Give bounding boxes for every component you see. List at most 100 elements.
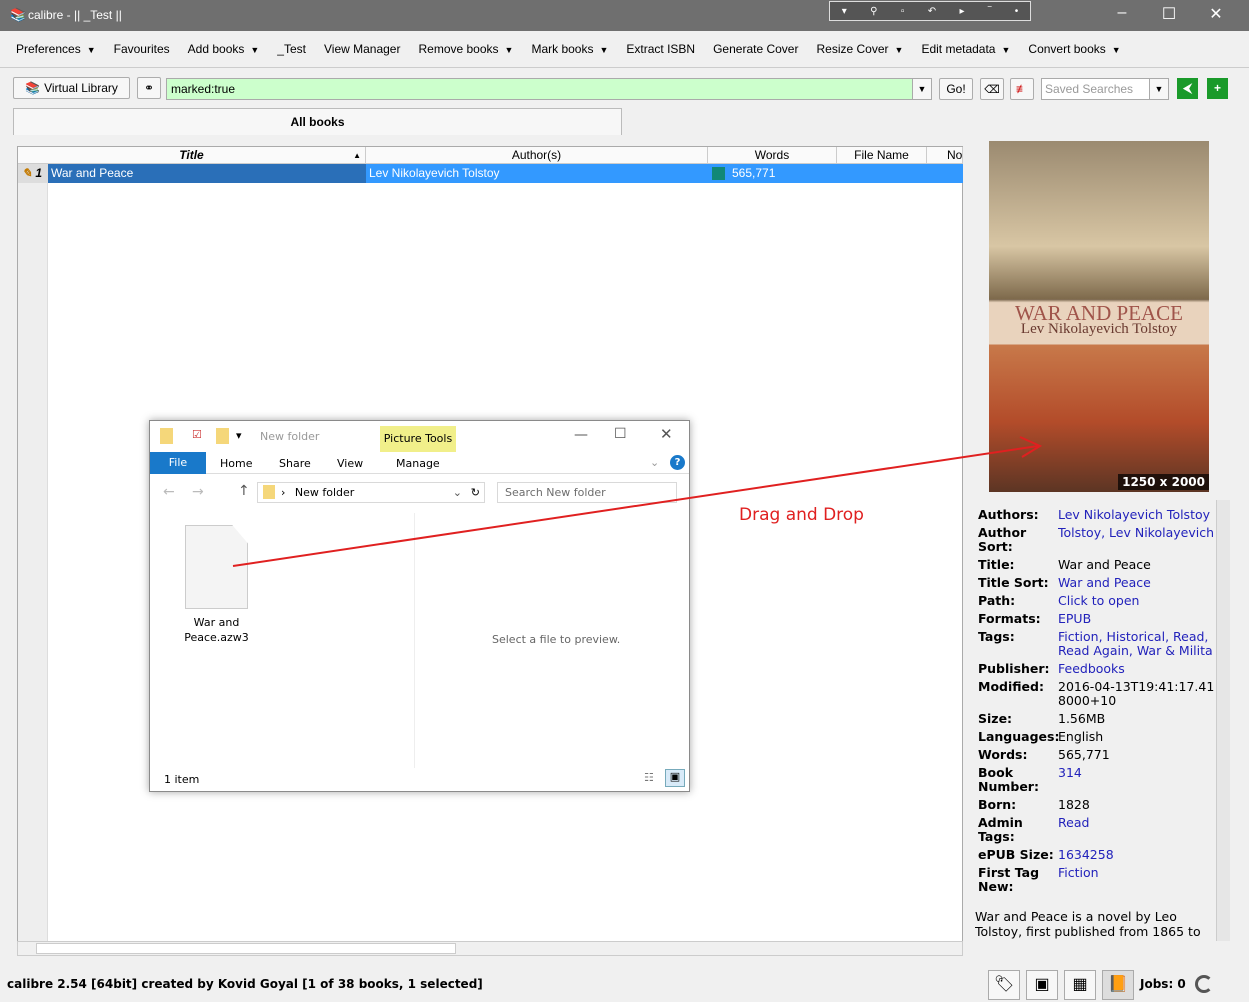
explorer-title: New folder <box>260 430 320 443</box>
new-folder-icon[interactable] <box>216 428 229 444</box>
detail-row: Book Number: 314 <box>978 766 1216 794</box>
detail-value[interactable]: 314 <box>1058 766 1082 794</box>
highlight-toggle-icon[interactable]: ≢ <box>1010 78 1034 100</box>
toolbar-resize-cover-button[interactable]: Resize Cover ▼ <box>816 42 903 56</box>
dropdown-arrow-icon[interactable]: ▼ <box>505 45 514 55</box>
floating-toolbar[interactable]: ▾ ⚲ ▫ ↶ ▸ ‾ • <box>829 1 1031 21</box>
detail-label: Path: <box>978 593 1016 608</box>
saved-searches-dropdown[interactable]: ▼ <box>1149 78 1169 100</box>
dropdown-arrow-icon[interactable]: ▼ <box>599 45 608 55</box>
help-icon[interactable]: ? <box>670 455 685 470</box>
virtual-library-button[interactable]: 📚 Virtual Library <box>13 77 130 99</box>
column-header-title[interactable]: Title ▲ <box>18 147 366 164</box>
detail-value: 1.56MB <box>1058 712 1106 726</box>
dropdown-arrow-icon[interactable]: ▼ <box>1001 45 1010 55</box>
detail-label: ePUB Size: <box>978 847 1054 862</box>
toolbar-remove-books-button[interactable]: Remove books ▼ <box>418 42 513 56</box>
details-scrollbar[interactable] <box>1216 500 1230 941</box>
detail-value[interactable]: Fiction <box>1058 866 1099 894</box>
minimize-button[interactable]: – <box>1102 4 1142 26</box>
add-search-icon[interactable]: + <box>1207 78 1228 99</box>
maximize-button[interactable]: ☐ <box>1149 4 1189 26</box>
binoculars-icon[interactable]: ⚭ <box>137 77 161 99</box>
go-button[interactable]: Go! <box>939 78 973 100</box>
column-header-file-name[interactable]: File Name <box>837 147 927 164</box>
ribbon-tab-file[interactable]: File <box>150 452 206 474</box>
detail-value[interactable]: War and Peace <box>1058 576 1151 590</box>
preview-pane-text: Select a file to preview. <box>492 633 621 646</box>
save-search-icon[interactable]: ⮜ <box>1177 78 1198 99</box>
jobs-indicator[interactable]: Jobs: 0 <box>1140 977 1186 991</box>
dropdown-arrow-icon[interactable]: ▼ <box>250 45 259 55</box>
ribbon-tab-manage[interactable]: Manage <box>396 457 440 470</box>
column-header-words[interactable]: Words <box>708 147 837 164</box>
file-name[interactable]: War and Peace.azw3 <box>175 615 258 645</box>
ribbon-tab-home[interactable]: Home <box>220 457 252 470</box>
horizontal-scrollbar[interactable] <box>17 941 963 956</box>
detail-value[interactable]: 1634258 <box>1058 848 1114 862</box>
close-button[interactable]: ✕ <box>660 425 673 443</box>
clear-search-icon[interactable]: ⌫ <box>980 78 1004 100</box>
cell-title[interactable]: War and Peace <box>48 164 366 183</box>
detail-value[interactable]: Feedbooks <box>1058 662 1125 676</box>
file-icon[interactable] <box>185 525 248 609</box>
close-button[interactable]: ✕ <box>1196 4 1236 26</box>
explorer-search-input[interactable]: Search New folder <box>497 482 677 503</box>
cover-browser-icon[interactable]: 📙 <box>1102 970 1134 1000</box>
dropdown-arrow-icon[interactable]: ▼ <box>895 45 904 55</box>
refresh-icon[interactable]: ↻ <box>471 483 480 502</box>
toolbar-mark-books-button[interactable]: Mark books ▼ <box>531 42 608 56</box>
toolbar-test-button[interactable]: _Test <box>277 42 306 56</box>
toolbar-convert-books-button[interactable]: Convert books ▼ <box>1028 42 1120 56</box>
book-details-icon[interactable]: ▣ <box>1026 970 1058 1000</box>
tag-browser-icon[interactable]: 🏷 <box>988 970 1020 1000</box>
detail-value[interactable]: EPUB <box>1058 612 1091 626</box>
book-cover[interactable]: WAR AND PEACE Lev Nikolayevich Tolstoy 1… <box>989 141 1209 492</box>
detail-value[interactable]: Fiction, Historical, Read, Read Again, W… <box>1058 630 1216 658</box>
large-icons-view-icon[interactable]: ▣ <box>665 769 685 787</box>
ribbon-tab-share[interactable]: Share <box>279 457 311 470</box>
main-toolbar: Preferences ▼ Favourites Add books ▼ _Test Vie… <box>0 31 1249 68</box>
toolbar-view-manager-button[interactable]: View Manager <box>324 42 401 56</box>
detail-row: Words: 565,771 <box>978 748 1216 762</box>
cell-author[interactable]: Lev Nikolayevich Tolstoy <box>366 164 708 183</box>
detail-value[interactable]: Lev Nikolayevich Tolstoy <box>1058 508 1210 522</box>
properties-icon[interactable]: ☑ <box>192 428 202 441</box>
back-icon[interactable]: ← <box>163 484 175 500</box>
up-icon[interactable]: ↑ <box>238 483 250 499</box>
toolbar-extract-isbn-button[interactable]: Extract ISBN <box>626 42 695 56</box>
detail-row: Born: 1828 <box>978 798 1216 812</box>
detail-label: Tags: <box>978 629 1015 644</box>
dropdown-arrow-icon[interactable]: ▼ <box>1112 45 1121 55</box>
forward-icon[interactable]: → <box>192 484 204 500</box>
detail-value: 1828 <box>1058 798 1090 812</box>
dropdown-arrow-icon[interactable]: ▼ <box>87 45 96 55</box>
expand-ribbon-icon[interactable]: ⌄ <box>650 456 659 469</box>
customize-qat-icon[interactable]: ▾ <box>236 429 242 442</box>
column-header-authors[interactable]: Author(s) <box>366 147 708 164</box>
address-dropdown-icon[interactable]: ⌄ <box>453 483 462 502</box>
detail-label: Author Sort: <box>978 525 1027 554</box>
search-input[interactable]: marked:true <box>166 78 932 100</box>
minimize-button[interactable]: — <box>574 427 588 443</box>
detail-value[interactable]: Tolstoy, Lev Nikolayevich <box>1058 526 1214 554</box>
search-history-dropdown[interactable]: ▼ <box>912 78 932 100</box>
toolbar-edit-metadata-button[interactable]: Edit metadata ▼ <box>921 42 1010 56</box>
toolbar-preferences-button[interactable]: Preferences ▼ <box>16 42 96 56</box>
details-view-icon[interactable]: ☷ <box>644 771 654 784</box>
row-number[interactable]: ✎ 1 <box>18 164 48 183</box>
maximize-button[interactable]: ☐ <box>614 426 627 442</box>
tab-all-books[interactable]: All books <box>13 108 622 135</box>
marked-pin-icon: ✎ <box>22 166 33 180</box>
detail-label: Languages: <box>978 729 1060 744</box>
detail-value[interactable]: Click to open <box>1058 594 1139 608</box>
column-header-notes[interactable]: No <box>927 147 963 164</box>
cover-grid-icon[interactable]: ▦ <box>1064 970 1096 1000</box>
toolbar-add-books-button[interactable]: Add books ▼ <box>188 42 260 56</box>
ribbon-tab-view[interactable]: View <box>337 457 363 470</box>
detail-value[interactable]: Read <box>1058 816 1089 844</box>
toolbar-favourites-button[interactable]: Favourites <box>114 42 170 56</box>
address-bar[interactable]: › New folder ⌄ ↻ <box>257 482 485 503</box>
toolbar-generate-cover-button[interactable]: Generate Cover <box>713 42 798 56</box>
cell-words[interactable]: 565,771 <box>708 164 963 183</box>
